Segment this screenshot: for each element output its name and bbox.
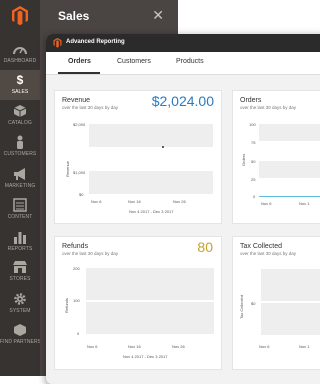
sidebar-item-content[interactable]: CONTENT: [0, 198, 40, 222]
sidebar-item-dashboard[interactable]: DASHBOARD: [0, 42, 40, 66]
orders-card: Orders over the last 30 days by day 100 …: [232, 90, 320, 224]
active-tab-indicator: [58, 72, 100, 74]
megaphone-icon: [14, 168, 25, 180]
date-range-caption: Nov 4 2017 - Dec 3 2017: [123, 354, 168, 359]
y-tick-label: 200: [73, 266, 80, 271]
plot-band: [86, 302, 214, 334]
sidebar-item-system[interactable]: SYSTEM: [0, 292, 40, 316]
card-title: Revenue: [62, 97, 91, 104]
sidebar-item-stores[interactable]: STORES: [0, 260, 40, 284]
x-tick-label: Nov 1: [299, 344, 310, 349]
x-tick-label: Nov 6: [259, 344, 270, 349]
tab-orders[interactable]: Orders: [68, 58, 91, 65]
revenue-value: $2,024.00: [151, 93, 214, 109]
dashboard-icon: [13, 47, 27, 55]
sidebar-item-sales[interactable]: $ SALES: [0, 70, 40, 100]
person-icon: [17, 135, 23, 149]
card-title: Orders: [240, 97, 262, 104]
y-tick-label: $0: [251, 301, 256, 306]
sidebar-item-find-partners[interactable]: FIND PARTNERS: [0, 323, 42, 347]
gear-icon: [14, 293, 26, 305]
plot-band: [261, 303, 320, 335]
revenue-card: Revenue over the last 30 days by day $2,…: [54, 90, 222, 224]
sidebar-item-label: CUSTOMERS: [3, 151, 37, 157]
advanced-reporting-window: Advanced Reporting Orders Customers Prod…: [46, 34, 320, 384]
refunds-card: Refunds over the last 30 days by day 80 …: [54, 236, 222, 370]
x-tick-label: Nov 1: [299, 201, 310, 206]
y-tick-label: $1,000: [73, 170, 86, 175]
sidebar-item-label: STORES: [9, 276, 31, 282]
sidebar-item-label: SYSTEM: [9, 308, 31, 314]
plot-band: [261, 269, 320, 301]
plot-band: [259, 124, 320, 141]
plot-band: [259, 161, 320, 178]
x-tick-label: Nov 16: [128, 344, 141, 349]
y-tick-label: 100: [73, 298, 80, 303]
y-tick-label: $2,000: [73, 122, 86, 127]
y-tick-label: 100: [249, 122, 256, 127]
y-tick-label: 0: [77, 331, 80, 336]
y-axis-title: Tax Collected: [239, 294, 244, 319]
plot-band: [89, 124, 213, 147]
refunds-value: 80: [197, 239, 213, 255]
tax-collected-card: Tax Collected over the last 30 days by d…: [232, 236, 320, 370]
admin-sidebar: DASHBOARD $ SALES CATALOG CUSTOMERS MARK…: [0, 0, 42, 376]
card-subtitle: over the last 30 days by day: [240, 251, 297, 256]
orders-line: [259, 196, 320, 197]
x-tick-label: Nov 26: [172, 344, 185, 349]
panel-title: Sales: [58, 9, 90, 23]
y-tick-label: 25: [251, 177, 256, 182]
tab-customers[interactable]: Customers: [117, 58, 151, 65]
sidebar-item-label: CATALOG: [8, 120, 32, 126]
cube-icon: [13, 105, 27, 117]
sidebar-item-catalog[interactable]: CATALOG: [0, 104, 40, 128]
card-title: Refunds: [62, 243, 89, 250]
card-title: Tax Collected: [240, 243, 283, 250]
report-tabs: Orders Customers Products: [46, 52, 320, 75]
sidebar-item-marketing[interactable]: MARKETING: [0, 167, 40, 191]
sidebar-item-reports[interactable]: REPORTS: [0, 230, 40, 254]
plot-band: [86, 268, 214, 300]
sidebar-item-label: SALES: [11, 89, 29, 95]
y-tick-label: 75: [251, 140, 256, 145]
bar-chart-icon: [14, 232, 26, 244]
sidebar-item-label: MARKETING: [4, 183, 36, 189]
x-tick-label: Nov 6: [91, 199, 102, 204]
y-axis-title: Revenue: [65, 160, 70, 177]
sidebar-item-customers[interactable]: CUSTOMERS: [0, 135, 40, 159]
sidebar-item-label: FIND PARTNERS: [0, 339, 42, 345]
plot-band: [89, 171, 213, 194]
x-tick-label: Nov 6: [261, 201, 272, 206]
close-icon[interactable]: ✕: [152, 7, 164, 24]
x-tick-label: Nov 6: [87, 344, 98, 349]
y-tick-label: 0: [253, 194, 256, 199]
window-title: Advanced Reporting: [66, 39, 125, 45]
content-icon: [13, 198, 27, 212]
tab-products[interactable]: Products: [176, 58, 204, 65]
date-range-caption: Nov 4 2017 - Dec 3 2017: [129, 209, 174, 214]
y-tick-label: $0: [79, 192, 84, 197]
store-icon: [13, 261, 27, 273]
magento-logo-icon: [53, 38, 62, 48]
x-tick-label: Nov 16: [128, 199, 141, 204]
sidebar-item-label: REPORTS: [7, 246, 33, 252]
card-subtitle: over the last 30 days by day: [62, 251, 119, 256]
partners-icon: [14, 324, 26, 336]
card-subtitle: over the last 30 days by day: [240, 105, 297, 110]
x-tick-label: Nov 26: [173, 199, 186, 204]
sidebar-item-label: DASHBOARD: [3, 58, 37, 64]
data-point: [162, 146, 164, 148]
y-tick-label: 50: [251, 159, 256, 164]
y-axis-title: Orders: [241, 153, 246, 166]
dollar-icon: $: [16, 73, 24, 87]
magento-logo-icon[interactable]: [12, 6, 28, 26]
card-subtitle: over the last 30 days by day: [62, 105, 119, 110]
sidebar-item-label: CONTENT: [7, 214, 33, 220]
window-header: Advanced Reporting: [46, 34, 320, 52]
y-axis-title: Refunds: [64, 298, 69, 313]
